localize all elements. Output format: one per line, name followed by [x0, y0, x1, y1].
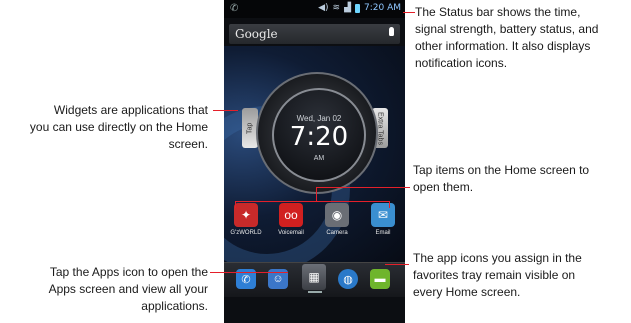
status-indicators: ◀) ≋ ▟ 7:20 AM: [318, 3, 401, 13]
callout-line: applications.: [141, 299, 208, 313]
callout-line: The Status bar shows the time,: [415, 5, 581, 19]
world-app-icon: ✦: [234, 203, 258, 227]
google-search-widget[interactable]: Google: [229, 24, 400, 44]
apps-icon-callout: Tap the Apps icon to open the Apps scree…: [0, 264, 208, 315]
status-bar-callout-line: [403, 12, 415, 13]
widgets-callout: Widgets are applications that you can us…: [0, 102, 208, 153]
app-icons-callout-line: [385, 264, 409, 265]
apps-grid-icon[interactable]: ▦: [302, 264, 326, 290]
widgets-callout-line: [213, 110, 238, 111]
app-label: Email: [375, 230, 391, 236]
clock-widget[interactable]: Wed, Jan 02 7:20 AM: [256, 72, 378, 194]
tap-items-bracket-right: [389, 201, 390, 208]
tap-items-bracket-stem: [316, 187, 317, 201]
clock-face: Wed, Jan 02 7:20 AM: [272, 88, 366, 182]
email-icon: ✉: [371, 203, 395, 227]
app-label: Camera: [326, 230, 348, 236]
signal-icon: ▟: [344, 3, 351, 13]
mic-icon[interactable]: [389, 27, 394, 36]
camera-icon: ◉: [325, 203, 349, 227]
callout-line: you can use directly on the Home: [29, 120, 208, 134]
callout-line: screen.: [168, 137, 208, 151]
app-voicemail[interactable]: oo Voicemail: [273, 203, 309, 236]
status-time: 7:20 AM: [364, 3, 401, 13]
home-app-row: ✦ G'zWORLD oo Voicemail ◉ Camera ✉ Email: [224, 203, 405, 253]
callout-line: notification icons.: [415, 56, 508, 70]
callout-line: signal strength, battery status, and: [415, 22, 599, 36]
clock-ampm: AM: [313, 155, 325, 162]
app-label: G'zWORLD: [230, 230, 262, 236]
callout-line: Widgets are applications that: [53, 103, 208, 117]
callout-line: The app icons you assign in the: [413, 251, 582, 265]
callout-line: open them.: [413, 180, 474, 194]
tap-items-callout: Tap items on the Home screen to open the…: [413, 162, 589, 196]
callout-line: Tap the Apps icon to open the: [49, 265, 208, 279]
voicemail-icon: oo: [279, 203, 303, 227]
browser-globe-icon[interactable]: ◍: [338, 269, 358, 289]
wifi-icon: ≋: [332, 3, 341, 13]
callout-line: Apps screen and view all your: [48, 282, 208, 296]
callout-line: every Home screen.: [413, 285, 521, 299]
app-camera[interactable]: ◉ Camera: [319, 203, 355, 236]
app-gzworld[interactable]: ✦ G'zWORLD: [228, 203, 264, 236]
search-label: Google: [235, 27, 278, 41]
tap-items-callout-line: [316, 187, 410, 188]
notification-icon: ✆: [230, 3, 239, 14]
app-email[interactable]: ✉ Email: [365, 203, 401, 236]
status-bar[interactable]: ✆ ◀) ≋ ▟ 7:20 AM: [224, 0, 405, 18]
volume-icon: ◀): [318, 3, 329, 13]
phone-screen: ✆ ◀) ≋ ▟ 7:20 AM Google Tap Extra Tabs W…: [224, 0, 405, 323]
app-label: Voicemail: [278, 230, 304, 236]
app-icons-callout: The app icons you assign in the favorite…: [413, 250, 582, 301]
tray-indicator: [308, 291, 322, 293]
tap-items-bracket: [235, 201, 390, 202]
apps-icon-callout-line: [210, 272, 288, 273]
status-bar-callout: The Status bar shows the time, signal st…: [415, 4, 598, 72]
clock-time: 7:20: [289, 122, 349, 152]
battery-icon: [355, 3, 360, 13]
callout-line: Tap items on the Home screen to: [413, 163, 590, 177]
tap-items-bracket-left: [235, 201, 236, 208]
callout-line: favorites tray remain visible on: [413, 268, 576, 282]
messaging-icon[interactable]: ▬: [370, 269, 390, 289]
callout-line: other information. It also displays: [415, 39, 591, 53]
